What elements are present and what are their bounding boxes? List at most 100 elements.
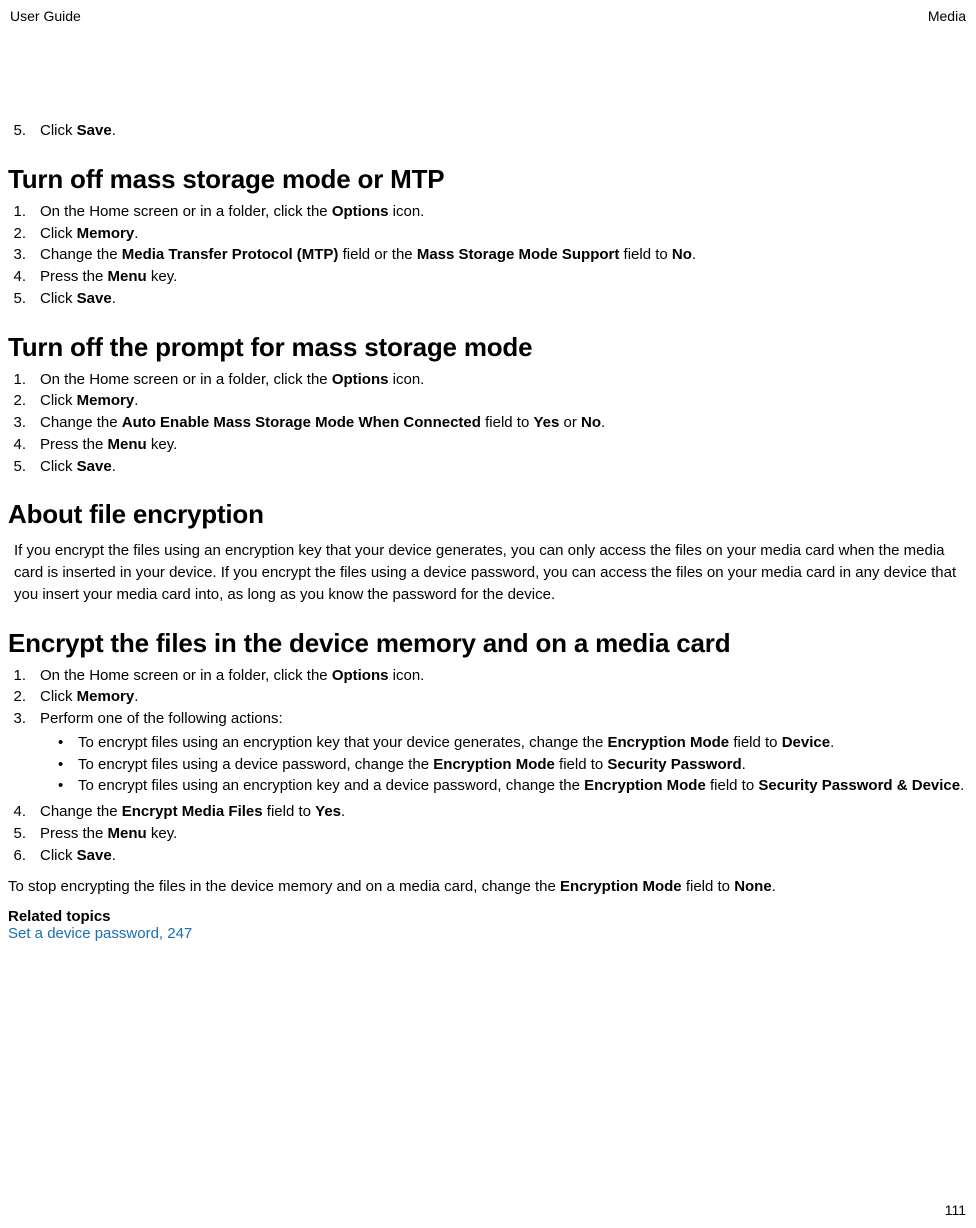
list-item: 4.Press the Menu key. [8, 266, 968, 288]
bold-term: Memory [77, 225, 135, 242]
list-number: 6. [8, 845, 40, 867]
sub-bullet-item: •To encrypt files using a device passwor… [58, 754, 968, 776]
bold-term: Mass Storage Mode Support [417, 246, 620, 263]
list-text: Click Save. [40, 288, 968, 310]
bold-term: Save [77, 458, 112, 475]
bullet-icon: • [58, 754, 78, 776]
section-after-paragraph: To stop encrypting the files in the devi… [8, 876, 968, 898]
sub-bullet-text: To encrypt files using an encryption key… [78, 775, 968, 797]
bold-term: Security Password [607, 756, 741, 773]
sub-bullet-item: •To encrypt files using an encryption ke… [58, 732, 968, 754]
bold-term: Save [77, 290, 112, 307]
bold-term: Encrypt Media Files [122, 803, 263, 820]
bold-term: Save [77, 847, 112, 864]
list-number: 3. [8, 412, 40, 434]
bold-term: None [734, 878, 772, 895]
list-text: Click Memory. [40, 390, 968, 412]
list-text: Click Save. [40, 845, 968, 867]
list-text: Perform one of the following actions: [40, 708, 968, 730]
list-number: 5. [8, 288, 40, 310]
list-number: 4. [8, 801, 40, 823]
header-right: Media [928, 8, 966, 24]
section-heading: Turn off the prompt for mass storage mod… [8, 332, 968, 363]
bold-term: Media Transfer Protocol (MTP) [122, 246, 339, 263]
list-number: 5. [8, 823, 40, 845]
list-item: 5.Click Save. [8, 456, 968, 478]
list-item: 5.Click Save. [8, 120, 968, 142]
list-text: Change the Media Transfer Protocol (MTP)… [40, 244, 968, 266]
sub-bullet-text: To encrypt files using an encryption key… [78, 732, 968, 754]
bold-term: Menu [108, 825, 147, 842]
list-number: 3. [8, 244, 40, 266]
list-item: 2.Click Memory. [8, 223, 968, 245]
list-item: 6.Click Save. [8, 845, 968, 867]
page-number: 111 [945, 1202, 966, 1218]
page-header: User Guide Media [8, 8, 968, 28]
list-text: Press the Menu key. [40, 434, 968, 456]
header-left: User Guide [10, 8, 81, 24]
bold-term: Options [332, 203, 389, 220]
list-number: 1. [8, 369, 40, 391]
page: User Guide Media 5.Click Save. Turn off … [0, 0, 976, 1228]
section-heading: About file encryption [8, 499, 968, 530]
list-item: 5.Click Save. [8, 288, 968, 310]
list-number: 2. [8, 390, 40, 412]
bold-term: Menu [108, 436, 147, 453]
related-topics-heading: Related topics [8, 908, 968, 925]
list-item: 1.On the Home screen or in a folder, cli… [8, 369, 968, 391]
bold-term: No [672, 246, 692, 263]
list-number: 1. [8, 665, 40, 687]
bold-term: Yes [533, 414, 559, 431]
ordered-list: 1.On the Home screen or in a folder, cli… [8, 201, 968, 310]
section-heading: Encrypt the files in the device memory a… [8, 628, 968, 659]
list-number: 5. [8, 456, 40, 478]
bold-term: Yes [315, 803, 341, 820]
list-item: 1.On the Home screen or in a folder, cli… [8, 665, 968, 687]
list-item: 3.Change the Media Transfer Protocol (MT… [8, 244, 968, 266]
bold-term: Memory [77, 688, 135, 705]
sub-bullet-text: To encrypt files using a device password… [78, 754, 968, 776]
list-text: Press the Menu key. [40, 266, 968, 288]
list-text: On the Home screen or in a folder, click… [40, 665, 968, 687]
list-text: Click Save. [40, 120, 968, 142]
bold-term: Options [332, 667, 389, 684]
sub-bullet-item: •To encrypt files using an encryption ke… [58, 775, 968, 797]
section-heading: Turn off mass storage mode or MTP [8, 164, 968, 195]
list-text: Press the Menu key. [40, 823, 968, 845]
ordered-list: 1.On the Home screen or in a folder, cli… [8, 369, 968, 478]
list-item: 4.Change the Encrypt Media Files field t… [8, 801, 968, 823]
list-text: Click Save. [40, 456, 968, 478]
list-number: 5. [8, 120, 40, 142]
list-text: On the Home screen or in a folder, click… [40, 201, 968, 223]
list-item: 4.Press the Menu key. [8, 434, 968, 456]
page-content: 5.Click Save. Turn off mass storage mode… [8, 28, 968, 942]
list-item: 1.On the Home screen or in a folder, cli… [8, 201, 968, 223]
list-number: 4. [8, 434, 40, 456]
list-item: 5.Press the Menu key. [8, 823, 968, 845]
bullet-icon: • [58, 732, 78, 754]
list-number: 1. [8, 201, 40, 223]
list-item: 2.Click Memory. [8, 390, 968, 412]
bold-term: No [581, 414, 601, 431]
bold-term: Encryption Mode [560, 878, 682, 895]
bold-term: Encryption Mode [433, 756, 555, 773]
bold-term: Memory [77, 392, 135, 409]
list-text: Change the Auto Enable Mass Storage Mode… [40, 412, 968, 434]
bold-term: Menu [108, 268, 147, 285]
related-topic-link[interactable]: Set a device password, 247 [8, 925, 968, 942]
bold-term: Encryption Mode [607, 734, 729, 751]
sub-bullet-list: •To encrypt files using an encryption ke… [8, 732, 968, 797]
list-text: On the Home screen or in a folder, click… [40, 369, 968, 391]
list-number: 3. [8, 708, 40, 730]
ordered-list: 1.On the Home screen or in a folder, cli… [8, 665, 968, 867]
bullet-icon: • [58, 775, 78, 797]
list-number: 4. [8, 266, 40, 288]
bold-term: Auto Enable Mass Storage Mode When Conne… [122, 414, 481, 431]
list-text: Click Memory. [40, 686, 968, 708]
list-number: 2. [8, 686, 40, 708]
list-text: Change the Encrypt Media Files field to … [40, 801, 968, 823]
bold-term: Save [77, 122, 112, 139]
list-text: Click Memory. [40, 223, 968, 245]
list-number: 2. [8, 223, 40, 245]
list-item: 2.Click Memory. [8, 686, 968, 708]
